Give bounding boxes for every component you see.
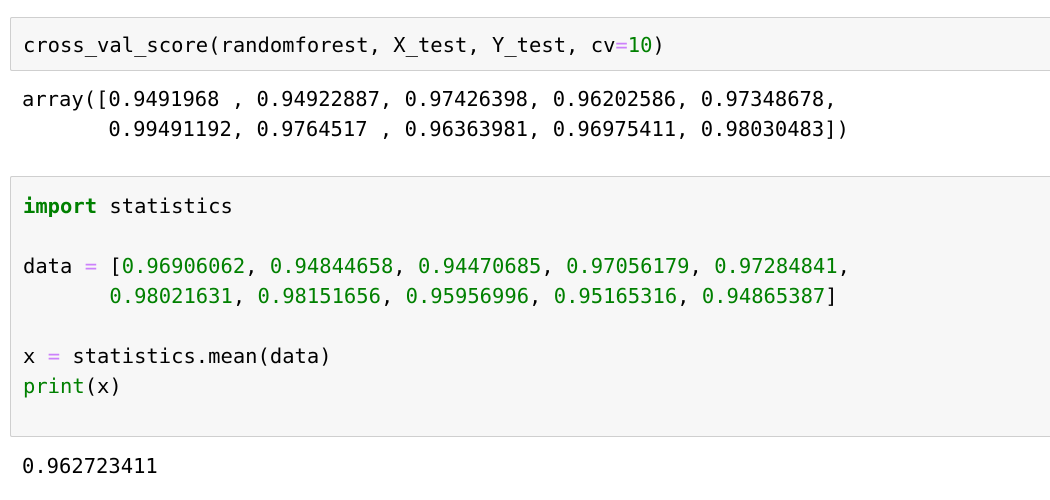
code-text: (x) xyxy=(84,374,122,398)
code-cell-input-2[interactable]: import statistics data = [0.96906062, 0.… xyxy=(10,176,1050,437)
number-token: 0.98021631 xyxy=(109,284,233,308)
code-text: , xyxy=(380,284,406,308)
number-token: 0.96906062 xyxy=(121,254,246,278)
number-token: 10 xyxy=(627,33,653,57)
number-token: 0.98151656 xyxy=(257,284,381,308)
code-text: data xyxy=(23,254,85,278)
output-line: 0.99491192, 0.9764517 , 0.96363981, 0.96… xyxy=(22,117,849,141)
code-text: , xyxy=(245,254,270,278)
code-text: statistics xyxy=(97,194,233,218)
builtin-token: print xyxy=(23,374,85,398)
number-token: 0.97056179 xyxy=(566,254,690,278)
code-text: , xyxy=(677,284,702,308)
code-editor-2[interactable]: import statistics data = [0.96906062, 0.… xyxy=(23,191,850,401)
code-text: , xyxy=(689,254,715,278)
number-token: 0.95956996 xyxy=(405,284,530,308)
code-cell-input-1[interactable]: cross_val_score(randomforest, X_test, Y_… xyxy=(10,17,1050,71)
keyword-token: import xyxy=(23,194,98,218)
code-text: statistics.mean(data) xyxy=(60,344,332,368)
output-line: 0.962723411 xyxy=(22,454,158,478)
number-token: 0.95165316 xyxy=(553,284,678,308)
cell-output-1: array([0.9491968 , 0.94922887, 0.9742639… xyxy=(22,84,849,144)
number-token: 0.97284841 xyxy=(714,254,838,278)
output-line: array([0.9491968 , 0.94922887, 0.9742639… xyxy=(22,87,837,111)
code-text: ) xyxy=(652,33,665,57)
code-text: x xyxy=(23,344,48,368)
number-token: 0.94844658 xyxy=(269,254,394,278)
code-text: , xyxy=(837,254,850,278)
code-text: cross_val_score(randomforest, X_test, Y_… xyxy=(23,33,616,57)
operator-token: = xyxy=(615,33,628,57)
code-text: [ xyxy=(97,254,122,278)
code-text: ] xyxy=(825,284,838,308)
cell-output-2: 0.962723411 xyxy=(22,451,158,481)
operator-token: = xyxy=(47,344,61,368)
number-token: 0.94470685 xyxy=(417,254,542,278)
code-text: , xyxy=(393,254,418,278)
code-text: , xyxy=(529,284,554,308)
code-text: , xyxy=(541,254,567,278)
operator-token: = xyxy=(84,254,98,278)
code-editor-1[interactable]: cross_val_score(randomforest, X_test, Y_… xyxy=(23,30,665,60)
code-text: , xyxy=(232,284,258,308)
number-token: 0.94865387 xyxy=(701,284,826,308)
